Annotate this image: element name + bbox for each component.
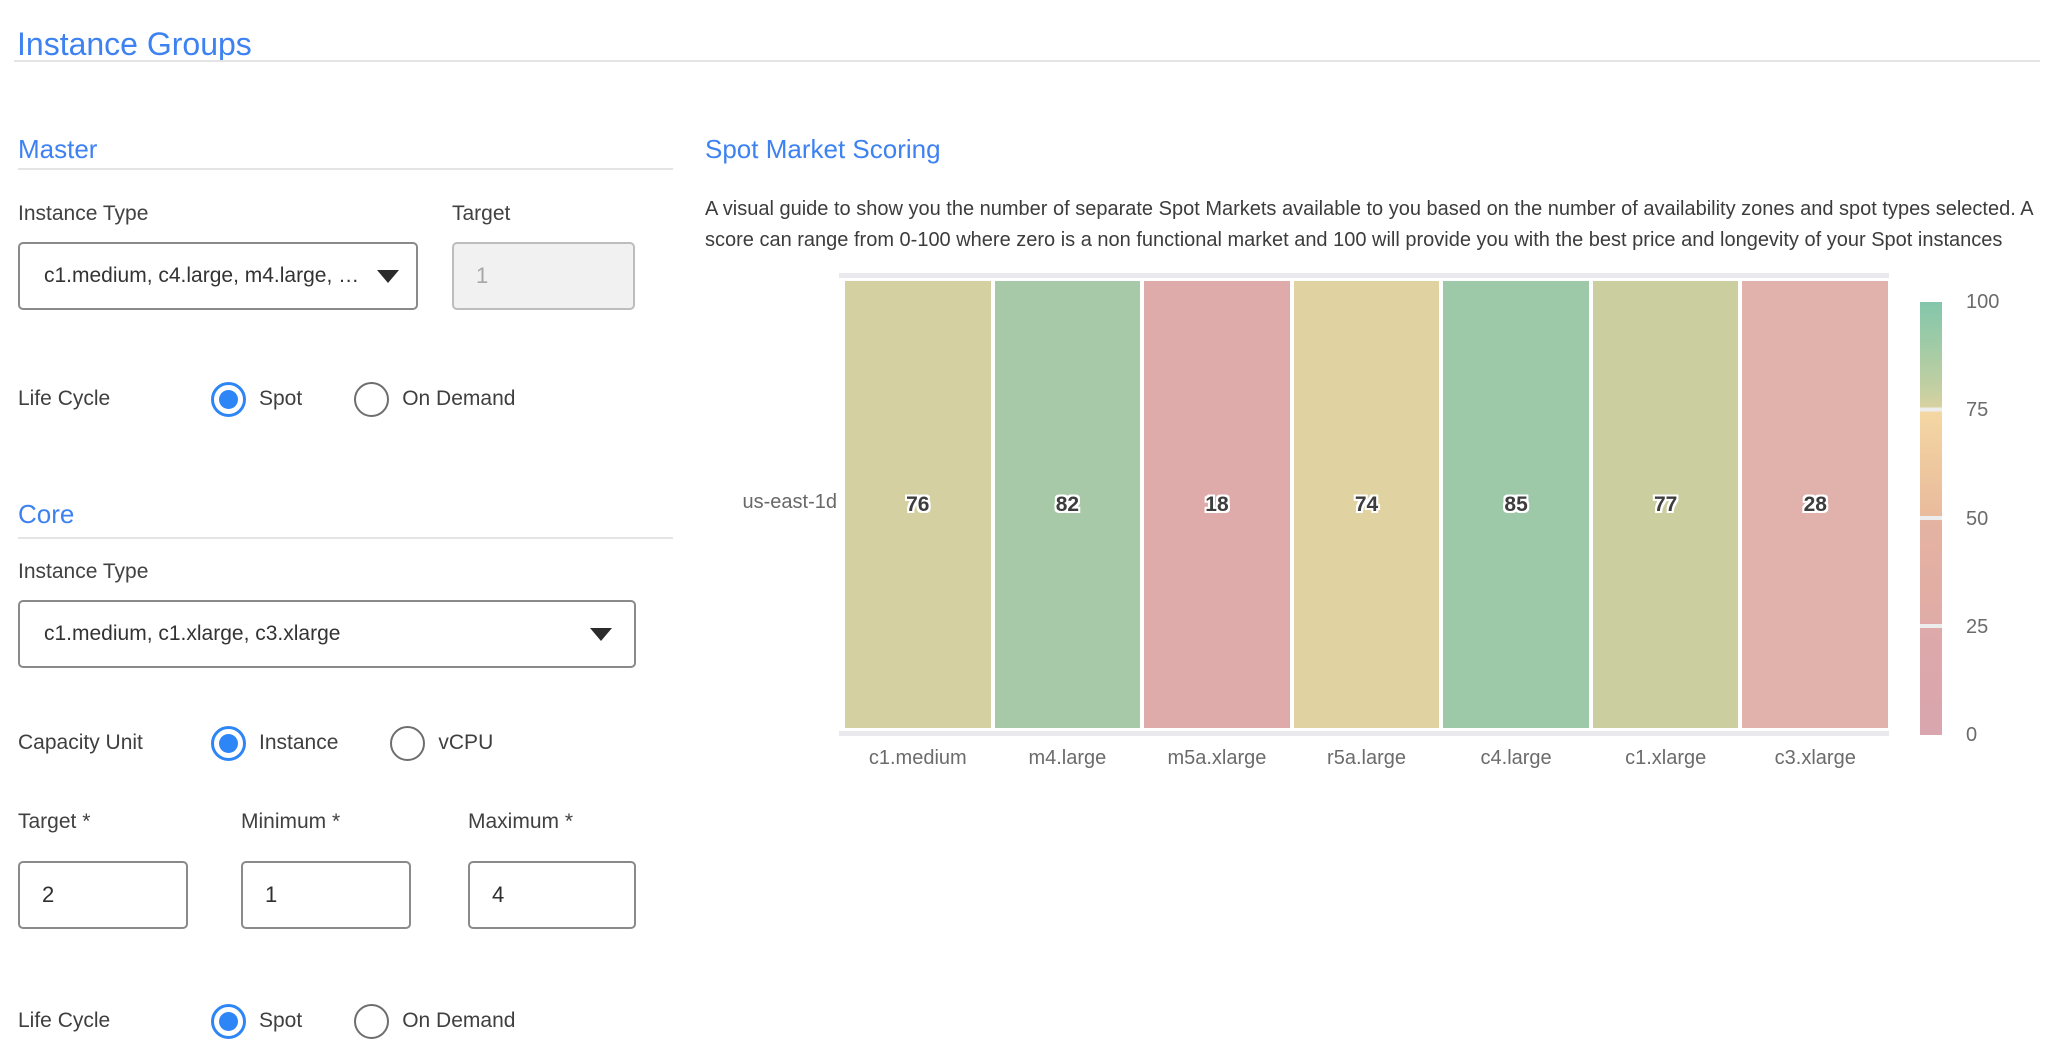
core-target-label: Target * [18, 810, 188, 834]
radio-button-icon [211, 1004, 246, 1039]
heatmap-cell: 28 [1742, 281, 1888, 728]
radio-option-label: Spot [259, 1009, 302, 1033]
heatmap-cell: 18 [1144, 281, 1290, 728]
x-axis-label: r5a.large [1294, 747, 1440, 770]
colorbar [1920, 302, 1942, 735]
radio-option-label: On Demand [402, 1009, 515, 1033]
heatmap-cell-value: 18 [1205, 493, 1228, 517]
spot-market-scoring-panel: Spot Market Scoring A visual guide to sh… [705, 0, 2058, 1058]
heatmap-cell-value: 76 [906, 493, 929, 517]
core-target-field: Target * [18, 810, 188, 929]
x-axis-label: m4.large [995, 747, 1141, 770]
capacity-unit-field: Capacity Unit Instance vCPU [18, 721, 545, 765]
core-maximum-field: Maximum * [468, 810, 636, 929]
heatmap-cell: 82 [995, 281, 1141, 728]
y-axis-label: us-east-1d [705, 491, 837, 514]
heatmap-cell: 77 [1593, 281, 1739, 728]
core-instance-type-value: c1.medium, c1.xlarge, c3.xlarge [44, 622, 340, 646]
master-section-heading: Master [18, 134, 97, 165]
master-life-cycle-label: Life Cycle [18, 387, 211, 411]
core-minimum-input[interactable] [241, 861, 411, 929]
master-target-input[interactable] [452, 242, 635, 310]
heatmap-x-labels: c1.mediumm4.largem5a.xlarger5a.largec4.l… [845, 747, 1888, 770]
core-target-input[interactable] [18, 861, 188, 929]
master-life-cycle-option-spot[interactable]: Spot [211, 382, 302, 417]
capacity-unit-option-vcpu[interactable]: vCPU [390, 726, 493, 761]
plot-background-strip [839, 731, 1889, 736]
master-instance-type-value: c1.medium, c4.large, m4.large, … [44, 264, 359, 288]
master-life-cycle-option-on-demand[interactable]: On Demand [354, 382, 515, 417]
core-maximum-input[interactable] [468, 861, 636, 929]
core-life-cycle-label: Life Cycle [18, 1009, 211, 1033]
x-axis-label: c4.large [1443, 747, 1589, 770]
heatmap-cell-value: 85 [1504, 493, 1527, 517]
core-life-cycle-option-spot[interactable]: Spot [211, 1004, 302, 1039]
radio-button-icon [354, 382, 389, 417]
capacity-unit-label: Capacity Unit [18, 731, 211, 755]
master-life-cycle-field: Life Cycle Spot On Demand [18, 377, 567, 421]
heatmap-row: 76 82 18 74 85 77 28 [845, 281, 1888, 728]
colorbar-tick-label: 25 [1966, 613, 1988, 641]
heatmap-cell: 76 [845, 281, 991, 728]
heatmap-cell: 85 [1443, 281, 1589, 728]
radio-button-icon [211, 382, 246, 417]
core-maximum-label: Maximum * [468, 810, 636, 834]
radio-option-label: vCPU [438, 731, 493, 755]
radio-option-label: Spot [259, 387, 302, 411]
x-axis-label: c3.xlarge [1742, 747, 1888, 770]
divider [18, 168, 673, 170]
heatmap-cell: 74 [1294, 281, 1440, 728]
heatmap-cell-value: 77 [1654, 493, 1677, 517]
heatmap-cell-value: 28 [1804, 493, 1827, 517]
x-axis-label: c1.medium [845, 747, 991, 770]
spot-market-heatmap: us-east-1d 76 82 18 74 85 77 28 c1.mediumm4.la… [705, 0, 2058, 800]
core-life-cycle-field: Life Cycle Spot On Demand [18, 999, 567, 1043]
instance-groups-form: Master Instance Type c1.medium, c4.large… [18, 0, 674, 1058]
divider [18, 537, 673, 539]
core-minimum-field: Minimum * [241, 810, 411, 929]
core-instance-type-label: Instance Type [18, 560, 148, 584]
radio-button-icon [390, 726, 425, 761]
capacity-unit-option-instance[interactable]: Instance [211, 726, 338, 761]
radio-option-label: On Demand [402, 387, 515, 411]
core-minimum-label: Minimum * [241, 810, 411, 834]
radio-button-icon [211, 726, 246, 761]
colorbar-tick-label: 75 [1966, 396, 1988, 424]
heatmap-cell-value: 82 [1056, 493, 1079, 517]
caret-down-icon [590, 628, 612, 641]
core-life-cycle-option-on-demand[interactable]: On Demand [354, 1004, 515, 1039]
colorbar-tick-label: 50 [1966, 505, 1988, 533]
master-instance-type-dropdown[interactable]: c1.medium, c4.large, m4.large, … [18, 242, 418, 310]
master-instance-type-label: Instance Type [18, 202, 148, 226]
colorbar-ticks: 1007550250 [1966, 302, 2036, 735]
colorbar-tick-label: 100 [1966, 288, 1999, 316]
master-target-label: Target [452, 202, 510, 226]
x-axis-label: m5a.xlarge [1144, 747, 1290, 770]
radio-option-label: Instance [259, 731, 338, 755]
core-section-heading: Core [18, 499, 74, 530]
x-axis-label: c1.xlarge [1593, 747, 1739, 770]
heatmap-cell-value: 74 [1355, 493, 1378, 517]
core-instance-type-dropdown[interactable]: c1.medium, c1.xlarge, c3.xlarge [18, 600, 636, 668]
radio-button-icon [354, 1004, 389, 1039]
caret-down-icon [377, 270, 399, 283]
plot-background-strip [839, 273, 1889, 278]
colorbar-tick-label: 0 [1966, 721, 1977, 749]
